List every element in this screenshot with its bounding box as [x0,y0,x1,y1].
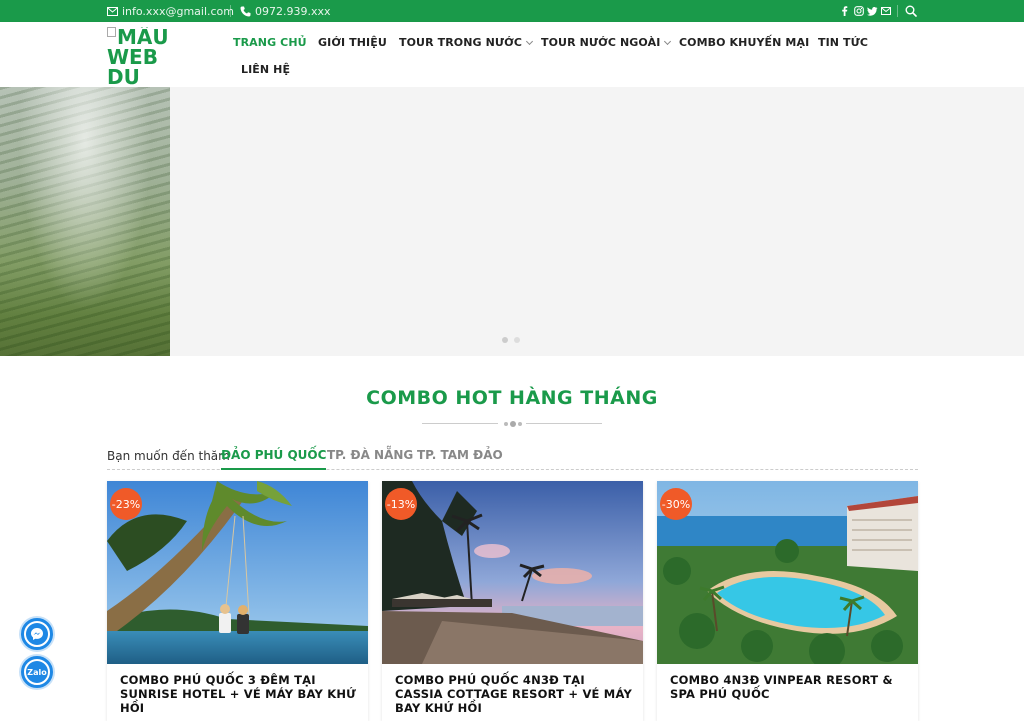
combo-card[interactable]: -30% COMBO 4N3Đ VINPEAR RESORT & SPA PHÚ… [657,481,918,721]
topbar-divider [230,5,231,17]
discount-badge: -13% [385,488,417,520]
combo-card[interactable]: -23% COMBO PHÚ QUỐC 3 ĐÊM TẠI SUNRISE HO… [107,481,368,721]
zalo-icon: Zalo [26,661,48,683]
title-divider [422,421,602,427]
chevron-down-icon [664,37,672,45]
card-image-resort-pool [657,481,918,664]
nav-item-tin-tuc[interactable]: TIN TỨC [818,36,868,49]
tabs-label: Bạn muốn đến thăm [107,449,230,463]
nav-item-tour-trong-nuoc[interactable]: TOUR TRONG NƯỚC [399,36,534,49]
card-title[interactable]: COMBO 4N3Đ VINPEAR RESORT & SPA PHÚ QUỐC [670,673,910,701]
site-header: MẪU WEB DU TRANG CHỦ GIỚI THIỆU TOUR TRO… [0,22,1024,87]
phone-link[interactable]: 0972.939.xxx [240,0,331,22]
tab-dao-phu-quoc[interactable]: ĐẢO PHÚ QUỐC [221,448,327,470]
facebook-icon[interactable] [841,0,848,22]
nav-label: TOUR TRONG NƯỚC [399,36,523,49]
site-logo[interactable]: MẪU WEB DU [107,27,179,85]
divider-dot [518,422,522,426]
combo-card[interactable]: -13% COMBO PHÚ QUỐC 4N3Đ TẠI CASSIA COTT… [382,481,643,721]
zalo-button[interactable]: Zalo [21,656,53,688]
nav-item-gioi-thieu[interactable]: GIỚI THIỆU [318,36,387,49]
slider-dot[interactable] [502,337,508,343]
discount-badge: -23% [110,488,142,520]
nav-label: TRANG CHỦ [233,36,307,49]
divider-dot [510,421,516,427]
card-image-sunset-beach [382,481,643,664]
phone-text: 0972.939.xxx [255,4,331,18]
twitter-icon[interactable] [867,0,878,22]
divider-dot [504,422,508,426]
mail-icon[interactable] [881,0,891,22]
search-icon[interactable] [905,0,917,22]
messenger-icon [26,623,48,645]
nav-item-trang-chu[interactable]: TRANG CHỦ [233,36,307,49]
destination-tabs: Bạn muốn đến thăm ĐẢO PHÚ QUỐC TP. ĐÀ NẴ… [107,444,918,470]
nav-label: TOUR NƯỚC NGOÀI [541,36,661,49]
hero-slider[interactable] [0,87,1024,356]
nav-label: COMBO KHUYẾN MẠI [679,36,810,49]
card-title[interactable]: COMBO PHÚ QUỐC 4N3Đ TẠI CASSIA COTTAGE R… [395,673,635,715]
divider-line [422,423,498,424]
nav-item-tour-nuoc-ngoai[interactable]: TOUR NƯỚC NGOÀI [541,36,672,49]
card-title[interactable]: COMBO PHÚ QUỐC 3 ĐÊM TẠI SUNRISE HOTEL +… [120,673,360,715]
envelope-icon [107,6,118,16]
section-title: COMBO HOT HÀNG THÁNG [366,387,658,409]
card-image-beach-swing [107,481,368,664]
slide-image-rice-terraces [0,87,170,356]
slider-dot[interactable] [514,337,520,343]
nav-label: LIÊN HỆ [241,63,291,76]
chevron-down-icon [526,37,534,45]
tab-tam-dao[interactable]: TP. TAM ĐẢO [417,448,503,470]
messenger-button[interactable] [21,618,53,650]
divider-line [526,423,602,424]
topbar-divider-right [897,5,898,17]
top-bar: info.xxx@gmail.com 0972.939.xxx [0,0,1024,22]
slider-dots [502,337,520,343]
nav-item-lien-he[interactable]: LIÊN HỆ [241,63,290,76]
nav-item-combo-khuyen-mai[interactable]: COMBO KHUYẾN MẠI [679,36,809,49]
discount-badge: -30% [660,488,692,520]
nav-label: TIN TỨC [818,36,869,49]
nav-label: GIỚI THIỆU [318,36,387,49]
instagram-icon[interactable] [854,0,864,22]
phone-icon [240,6,251,17]
tab-da-nang[interactable]: TP. ĐÀ NẴNG [327,448,413,470]
logo-alt-text: MẪU WEB DU [107,27,169,85]
email-link[interactable]: info.xxx@gmail.com [107,0,234,22]
broken-image-icon [107,27,116,37]
email-text: info.xxx@gmail.com [122,4,235,18]
